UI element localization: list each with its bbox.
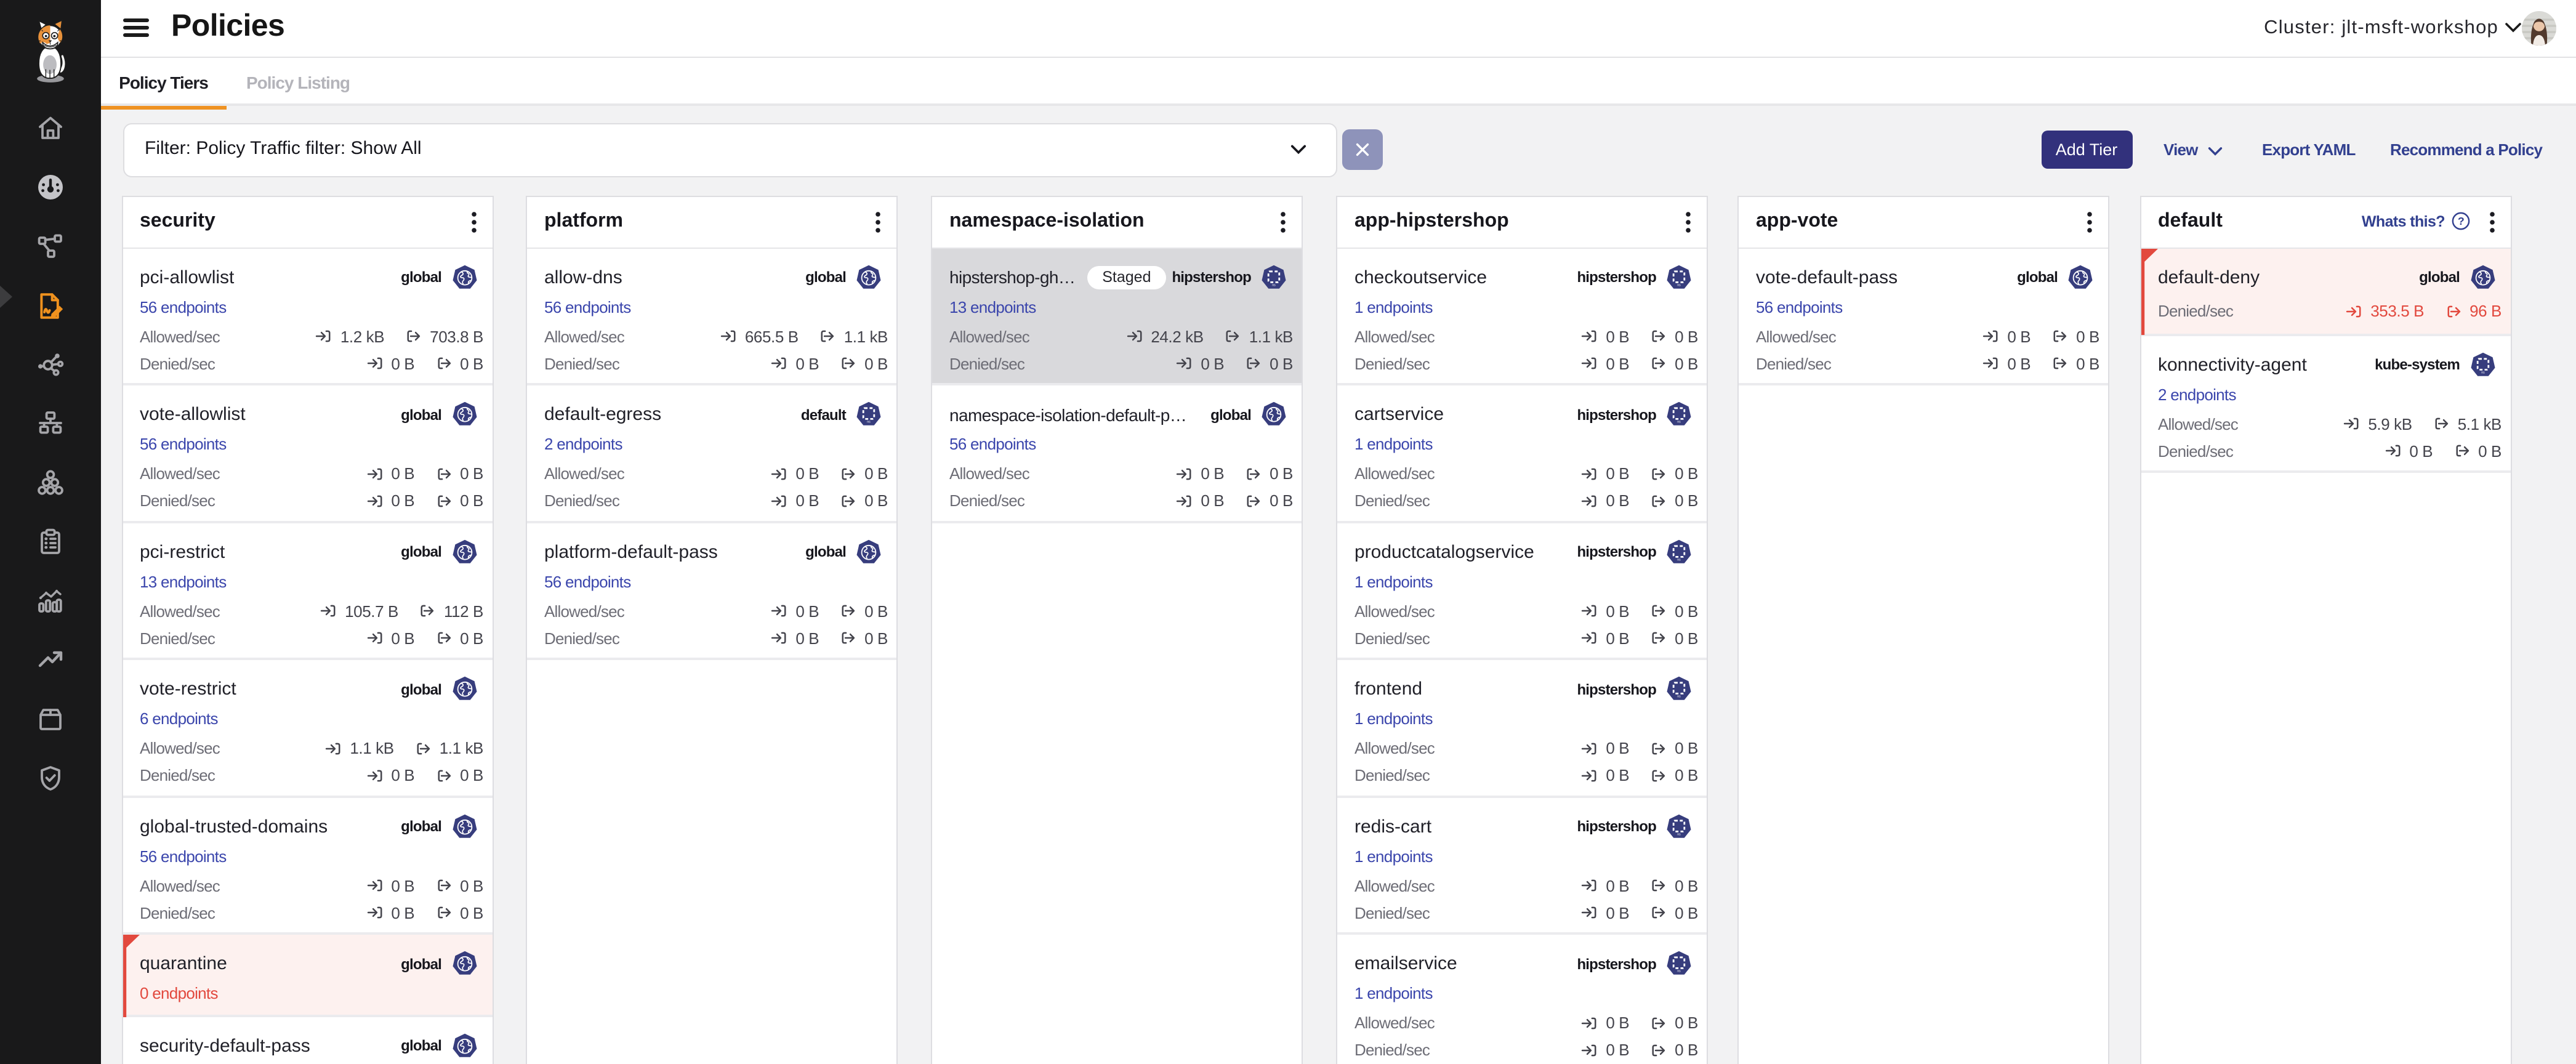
svg-text:ns: ns bbox=[2481, 370, 2484, 374]
svg-text:?: ? bbox=[2457, 215, 2463, 227]
svg-text:ns: ns bbox=[1677, 283, 1681, 286]
svg-text:ns: ns bbox=[1272, 283, 1276, 286]
svg-text:ns: ns bbox=[1677, 969, 1681, 973]
svg-text:ns: ns bbox=[1677, 420, 1681, 424]
svg-text:ns: ns bbox=[1677, 557, 1681, 561]
svg-text:ns: ns bbox=[867, 420, 871, 424]
svg-text:ns: ns bbox=[1677, 832, 1681, 836]
svg-text:ns: ns bbox=[1677, 695, 1681, 698]
